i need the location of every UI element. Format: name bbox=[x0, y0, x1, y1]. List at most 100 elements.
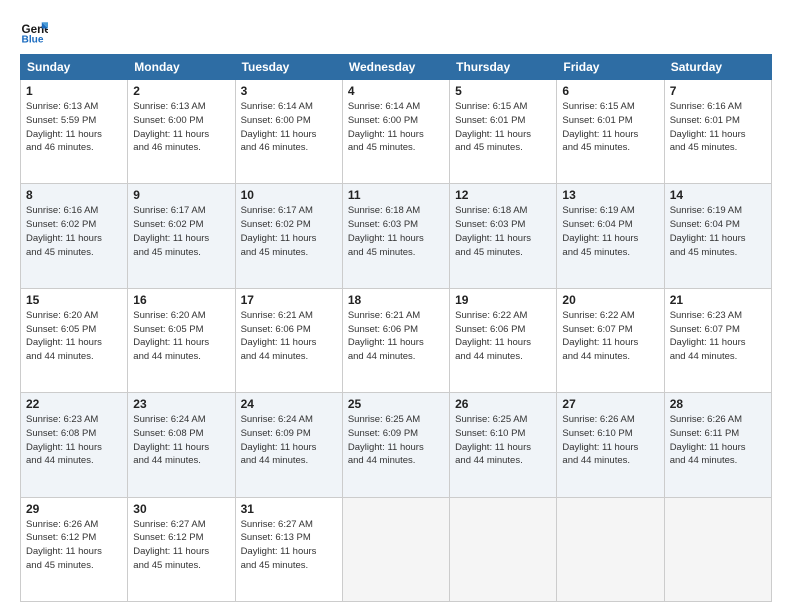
day-cell-11: 11 Sunrise: 6:18 AM Sunset: 6:03 PM Dayl… bbox=[342, 184, 449, 288]
day-number: 17 bbox=[241, 293, 337, 307]
calendar-row-3: 15 Sunrise: 6:20 AM Sunset: 6:05 PM Dayl… bbox=[21, 288, 772, 392]
page: General Blue SundayMondayTuesdayWednesda… bbox=[0, 0, 792, 612]
day-cell-6: 6 Sunrise: 6:15 AM Sunset: 6:01 PM Dayli… bbox=[557, 80, 664, 184]
day-cell-10: 10 Sunrise: 6:17 AM Sunset: 6:02 PM Dayl… bbox=[235, 184, 342, 288]
empty-cell bbox=[450, 497, 557, 601]
day-number: 6 bbox=[562, 84, 658, 98]
day-number: 16 bbox=[133, 293, 229, 307]
day-cell-14: 14 Sunrise: 6:19 AM Sunset: 6:04 PM Dayl… bbox=[664, 184, 771, 288]
day-info: Sunrise: 6:13 AM Sunset: 6:00 PM Dayligh… bbox=[133, 100, 229, 155]
day-info: Sunrise: 6:26 AM Sunset: 6:12 PM Dayligh… bbox=[26, 518, 122, 573]
day-cell-16: 16 Sunrise: 6:20 AM Sunset: 6:05 PM Dayl… bbox=[128, 288, 235, 392]
day-info: Sunrise: 6:16 AM Sunset: 6:01 PM Dayligh… bbox=[670, 100, 766, 155]
day-cell-18: 18 Sunrise: 6:21 AM Sunset: 6:06 PM Dayl… bbox=[342, 288, 449, 392]
day-number: 20 bbox=[562, 293, 658, 307]
day-info: Sunrise: 6:27 AM Sunset: 6:12 PM Dayligh… bbox=[133, 518, 229, 573]
day-number: 21 bbox=[670, 293, 766, 307]
day-number: 12 bbox=[455, 188, 551, 202]
day-number: 23 bbox=[133, 397, 229, 411]
day-cell-29: 29 Sunrise: 6:26 AM Sunset: 6:12 PM Dayl… bbox=[21, 497, 128, 601]
day-cell-8: 8 Sunrise: 6:16 AM Sunset: 6:02 PM Dayli… bbox=[21, 184, 128, 288]
day-number: 29 bbox=[26, 502, 122, 516]
day-number: 30 bbox=[133, 502, 229, 516]
day-number: 8 bbox=[26, 188, 122, 202]
day-number: 31 bbox=[241, 502, 337, 516]
day-number: 24 bbox=[241, 397, 337, 411]
header-sunday: Sunday bbox=[21, 55, 128, 80]
day-cell-1: 1 Sunrise: 6:13 AM Sunset: 5:59 PM Dayli… bbox=[21, 80, 128, 184]
day-cell-26: 26 Sunrise: 6:25 AM Sunset: 6:10 PM Dayl… bbox=[450, 393, 557, 497]
day-cell-4: 4 Sunrise: 6:14 AM Sunset: 6:00 PM Dayli… bbox=[342, 80, 449, 184]
day-info: Sunrise: 6:14 AM Sunset: 6:00 PM Dayligh… bbox=[348, 100, 444, 155]
day-number: 13 bbox=[562, 188, 658, 202]
header: General Blue bbox=[20, 16, 772, 44]
header-friday: Friday bbox=[557, 55, 664, 80]
day-number: 10 bbox=[241, 188, 337, 202]
day-cell-17: 17 Sunrise: 6:21 AM Sunset: 6:06 PM Dayl… bbox=[235, 288, 342, 392]
empty-cell bbox=[557, 497, 664, 601]
day-cell-25: 25 Sunrise: 6:25 AM Sunset: 6:09 PM Dayl… bbox=[342, 393, 449, 497]
day-number: 1 bbox=[26, 84, 122, 98]
day-info: Sunrise: 6:16 AM Sunset: 6:02 PM Dayligh… bbox=[26, 204, 122, 259]
day-cell-3: 3 Sunrise: 6:14 AM Sunset: 6:00 PM Dayli… bbox=[235, 80, 342, 184]
day-info: Sunrise: 6:15 AM Sunset: 6:01 PM Dayligh… bbox=[562, 100, 658, 155]
day-info: Sunrise: 6:24 AM Sunset: 6:09 PM Dayligh… bbox=[241, 413, 337, 468]
day-number: 2 bbox=[133, 84, 229, 98]
day-number: 3 bbox=[241, 84, 337, 98]
day-number: 7 bbox=[670, 84, 766, 98]
day-number: 26 bbox=[455, 397, 551, 411]
day-info: Sunrise: 6:18 AM Sunset: 6:03 PM Dayligh… bbox=[348, 204, 444, 259]
day-info: Sunrise: 6:27 AM Sunset: 6:13 PM Dayligh… bbox=[241, 518, 337, 573]
day-cell-15: 15 Sunrise: 6:20 AM Sunset: 6:05 PM Dayl… bbox=[21, 288, 128, 392]
day-cell-20: 20 Sunrise: 6:22 AM Sunset: 6:07 PM Dayl… bbox=[557, 288, 664, 392]
header-monday: Monday bbox=[128, 55, 235, 80]
day-cell-13: 13 Sunrise: 6:19 AM Sunset: 6:04 PM Dayl… bbox=[557, 184, 664, 288]
day-info: Sunrise: 6:23 AM Sunset: 6:08 PM Dayligh… bbox=[26, 413, 122, 468]
header-wednesday: Wednesday bbox=[342, 55, 449, 80]
day-number: 27 bbox=[562, 397, 658, 411]
empty-cell bbox=[664, 497, 771, 601]
day-info: Sunrise: 6:26 AM Sunset: 6:10 PM Dayligh… bbox=[562, 413, 658, 468]
day-cell-23: 23 Sunrise: 6:24 AM Sunset: 6:08 PM Dayl… bbox=[128, 393, 235, 497]
day-info: Sunrise: 6:22 AM Sunset: 6:06 PM Dayligh… bbox=[455, 309, 551, 364]
logo-icon: General Blue bbox=[20, 16, 48, 44]
day-info: Sunrise: 6:26 AM Sunset: 6:11 PM Dayligh… bbox=[670, 413, 766, 468]
svg-text:Blue: Blue bbox=[22, 34, 44, 44]
day-cell-31: 31 Sunrise: 6:27 AM Sunset: 6:13 PM Dayl… bbox=[235, 497, 342, 601]
day-number: 5 bbox=[455, 84, 551, 98]
calendar-row-4: 22 Sunrise: 6:23 AM Sunset: 6:08 PM Dayl… bbox=[21, 393, 772, 497]
calendar-row-5: 29 Sunrise: 6:26 AM Sunset: 6:12 PM Dayl… bbox=[21, 497, 772, 601]
day-info: Sunrise: 6:13 AM Sunset: 5:59 PM Dayligh… bbox=[26, 100, 122, 155]
day-info: Sunrise: 6:21 AM Sunset: 6:06 PM Dayligh… bbox=[348, 309, 444, 364]
calendar: SundayMondayTuesdayWednesdayThursdayFrid… bbox=[20, 54, 772, 602]
day-cell-22: 22 Sunrise: 6:23 AM Sunset: 6:08 PM Dayl… bbox=[21, 393, 128, 497]
day-cell-2: 2 Sunrise: 6:13 AM Sunset: 6:00 PM Dayli… bbox=[128, 80, 235, 184]
day-number: 4 bbox=[348, 84, 444, 98]
day-info: Sunrise: 6:19 AM Sunset: 6:04 PM Dayligh… bbox=[670, 204, 766, 259]
day-info: Sunrise: 6:22 AM Sunset: 6:07 PM Dayligh… bbox=[562, 309, 658, 364]
day-info: Sunrise: 6:20 AM Sunset: 6:05 PM Dayligh… bbox=[133, 309, 229, 364]
day-info: Sunrise: 6:23 AM Sunset: 6:07 PM Dayligh… bbox=[670, 309, 766, 364]
header-tuesday: Tuesday bbox=[235, 55, 342, 80]
day-cell-30: 30 Sunrise: 6:27 AM Sunset: 6:12 PM Dayl… bbox=[128, 497, 235, 601]
day-number: 11 bbox=[348, 188, 444, 202]
day-cell-5: 5 Sunrise: 6:15 AM Sunset: 6:01 PM Dayli… bbox=[450, 80, 557, 184]
day-cell-24: 24 Sunrise: 6:24 AM Sunset: 6:09 PM Dayl… bbox=[235, 393, 342, 497]
header-thursday: Thursday bbox=[450, 55, 557, 80]
day-info: Sunrise: 6:14 AM Sunset: 6:00 PM Dayligh… bbox=[241, 100, 337, 155]
day-info: Sunrise: 6:25 AM Sunset: 6:10 PM Dayligh… bbox=[455, 413, 551, 468]
day-info: Sunrise: 6:25 AM Sunset: 6:09 PM Dayligh… bbox=[348, 413, 444, 468]
day-number: 18 bbox=[348, 293, 444, 307]
day-number: 15 bbox=[26, 293, 122, 307]
day-info: Sunrise: 6:17 AM Sunset: 6:02 PM Dayligh… bbox=[241, 204, 337, 259]
day-info: Sunrise: 6:21 AM Sunset: 6:06 PM Dayligh… bbox=[241, 309, 337, 364]
empty-cell bbox=[342, 497, 449, 601]
day-cell-27: 27 Sunrise: 6:26 AM Sunset: 6:10 PM Dayl… bbox=[557, 393, 664, 497]
day-cell-28: 28 Sunrise: 6:26 AM Sunset: 6:11 PM Dayl… bbox=[664, 393, 771, 497]
day-info: Sunrise: 6:18 AM Sunset: 6:03 PM Dayligh… bbox=[455, 204, 551, 259]
day-cell-21: 21 Sunrise: 6:23 AM Sunset: 6:07 PM Dayl… bbox=[664, 288, 771, 392]
day-cell-19: 19 Sunrise: 6:22 AM Sunset: 6:06 PM Dayl… bbox=[450, 288, 557, 392]
day-info: Sunrise: 6:24 AM Sunset: 6:08 PM Dayligh… bbox=[133, 413, 229, 468]
day-cell-9: 9 Sunrise: 6:17 AM Sunset: 6:02 PM Dayli… bbox=[128, 184, 235, 288]
header-saturday: Saturday bbox=[664, 55, 771, 80]
